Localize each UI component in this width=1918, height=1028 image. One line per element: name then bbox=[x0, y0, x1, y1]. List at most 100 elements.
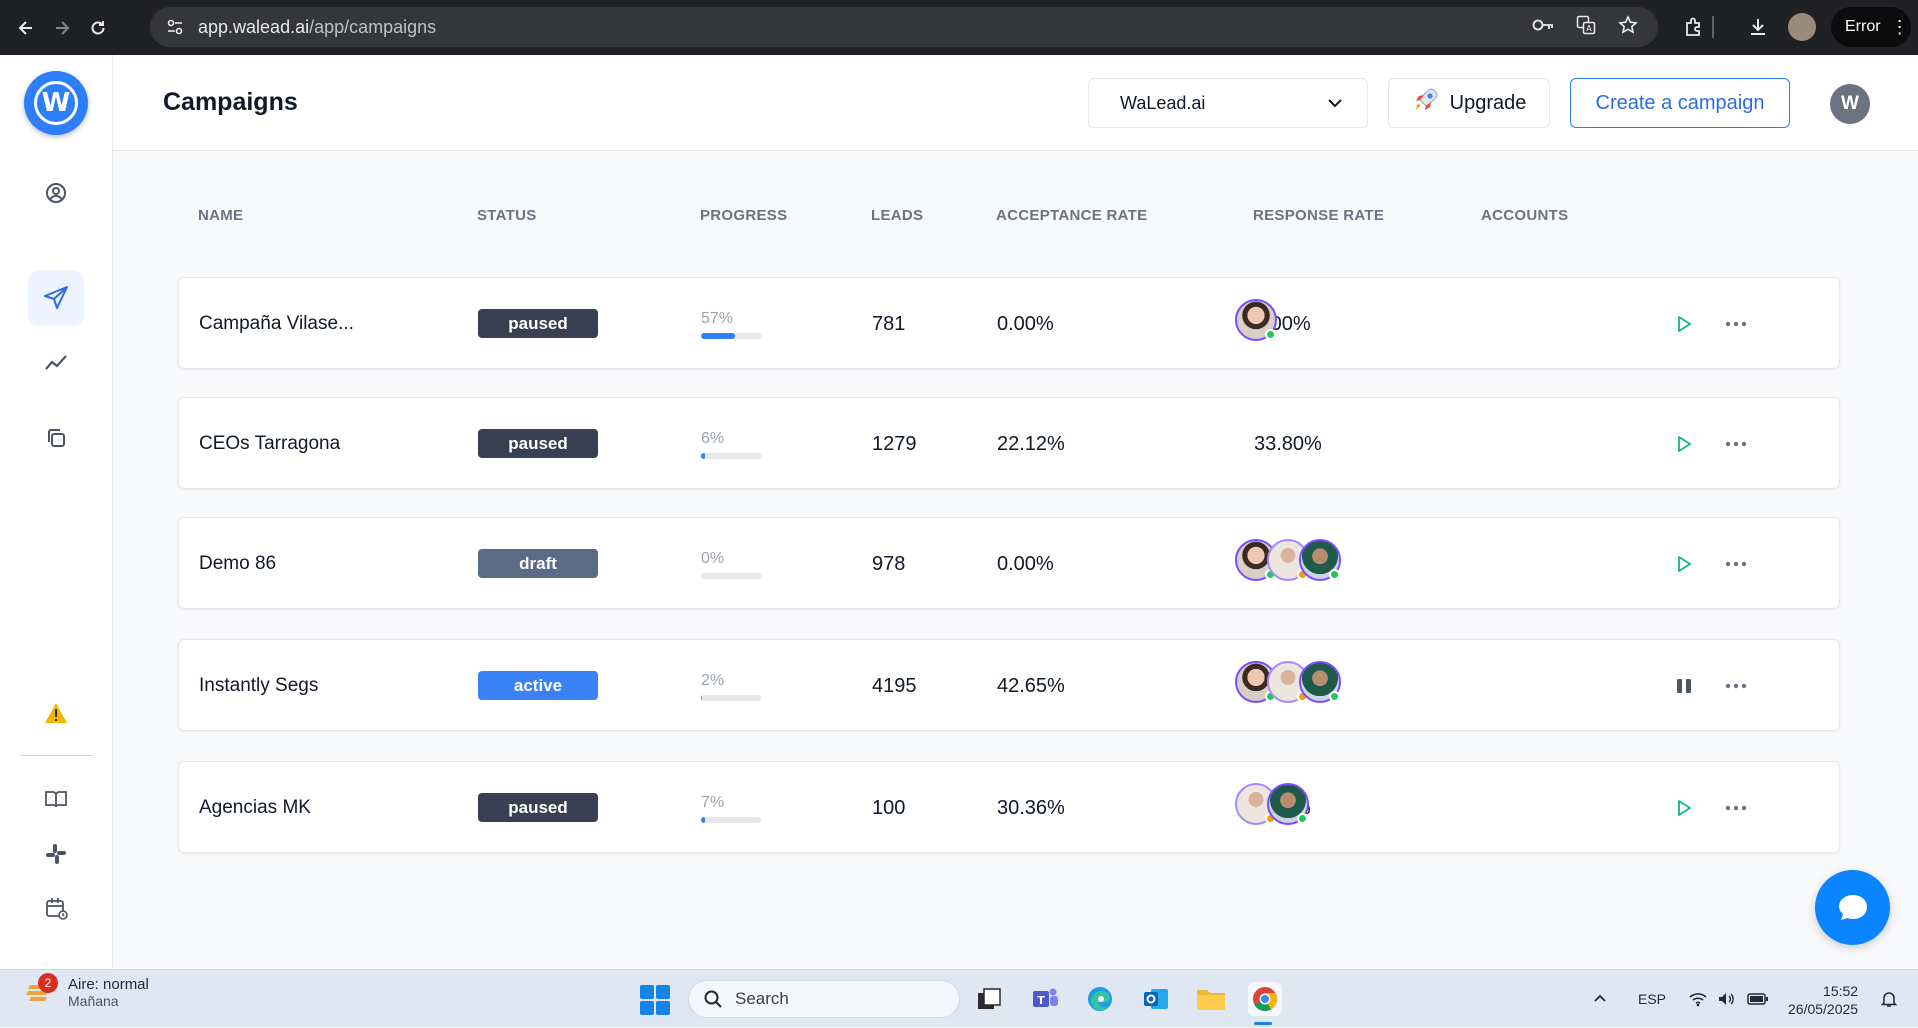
column-header-name[interactable]: NAME bbox=[198, 207, 243, 224]
acceptance-rate: 0.00% bbox=[997, 552, 1054, 575]
volume-icon[interactable] bbox=[1717, 970, 1737, 1028]
weather-widget[interactable]: 2 Aire: normal Mañana bbox=[24, 972, 149, 1009]
download-icon[interactable] bbox=[1740, 9, 1776, 45]
table-row[interactable]: CEOs Tarragona paused 6% 1279 22.12% 33.80% bbox=[178, 397, 1840, 489]
workspace-select[interactable]: WaLead.ai bbox=[1088, 78, 1368, 128]
search-icon bbox=[704, 990, 722, 1008]
weather-title: Aire: normal bbox=[68, 976, 149, 993]
avatar[interactable] bbox=[1267, 783, 1309, 825]
sidebar-item-profile[interactable] bbox=[28, 165, 84, 221]
campaign-name[interactable]: Demo 86 bbox=[199, 518, 276, 610]
browser-toolbar: app.walead.ai/app/campaigns A Error ⋮ bbox=[0, 0, 1918, 55]
account-avatars[interactable] bbox=[1235, 299, 1277, 341]
svg-text:A: A bbox=[1586, 24, 1592, 33]
progress-label: 6% bbox=[701, 430, 725, 447]
sidebar-item-templates[interactable] bbox=[28, 410, 84, 466]
table-row[interactable]: Instantly Segsactive2%419542.65%12.57% bbox=[178, 639, 1840, 731]
leads-count: 100 bbox=[872, 796, 906, 819]
column-header-progress[interactable]: PROGRESS bbox=[700, 207, 787, 224]
more-options-icon[interactable] bbox=[1721, 429, 1751, 459]
book-icon bbox=[45, 791, 67, 808]
progress-bar bbox=[701, 453, 761, 459]
sidebar-item-slack[interactable] bbox=[28, 826, 84, 882]
windows-start-icon[interactable] bbox=[640, 985, 670, 1015]
reload-icon[interactable] bbox=[80, 10, 116, 46]
column-header-status[interactable]: STATUS bbox=[477, 207, 537, 224]
task-view-icon[interactable] bbox=[972, 982, 1006, 1016]
sidebar-item-docs[interactable] bbox=[28, 771, 84, 827]
system-clock[interactable]: 15:52 26/05/2025 bbox=[1788, 982, 1858, 1018]
forward-icon[interactable] bbox=[44, 10, 80, 46]
sidebar-item-campaigns[interactable] bbox=[28, 270, 84, 326]
upgrade-button[interactable]: Upgrade bbox=[1388, 78, 1550, 128]
address-bar[interactable]: app.walead.ai/app/campaigns A bbox=[150, 7, 1658, 47]
column-header-response-rate[interactable]: RESPONSE RATE bbox=[1253, 207, 1384, 224]
play-icon[interactable] bbox=[1669, 429, 1699, 459]
account-avatars[interactable] bbox=[1235, 539, 1341, 581]
teams-icon[interactable]: T bbox=[1028, 982, 1062, 1016]
campaign-name[interactable]: CEOs Tarragona bbox=[199, 398, 340, 490]
table-row[interactable]: Campaña Vilase... paused 57% 781 0.00% 0.00% bbox=[178, 277, 1840, 369]
progress-fill bbox=[701, 333, 736, 339]
outlook-icon[interactable] bbox=[1139, 982, 1173, 1016]
play-icon[interactable] bbox=[1669, 309, 1699, 339]
column-header-leads[interactable]: LEADS bbox=[871, 207, 923, 224]
table-row[interactable]: Agencias MKpaused7%10030.36%0.00% bbox=[178, 761, 1840, 853]
back-icon[interactable] bbox=[8, 10, 44, 46]
edge-icon[interactable] bbox=[1083, 982, 1117, 1016]
notifications-bell-icon[interactable] bbox=[1880, 970, 1898, 1028]
play-icon[interactable] bbox=[1669, 793, 1699, 823]
status-badge: paused bbox=[478, 793, 598, 822]
slack-icon bbox=[46, 844, 66, 864]
pause-icon[interactable] bbox=[1669, 671, 1699, 701]
language-indicator[interactable]: ESP bbox=[1638, 970, 1666, 1028]
create-campaign-button[interactable]: Create a campaign bbox=[1570, 78, 1790, 128]
file-explorer-icon[interactable] bbox=[1194, 982, 1228, 1016]
chrome-icon[interactable] bbox=[1248, 982, 1282, 1016]
battery-icon[interactable] bbox=[1747, 970, 1769, 1028]
leads-count: 4195 bbox=[872, 674, 917, 697]
more-options-icon[interactable] bbox=[1721, 793, 1751, 823]
browser-error-button[interactable]: Error ⋮ bbox=[1831, 7, 1911, 47]
profile-avatar[interactable] bbox=[1788, 13, 1816, 41]
wifi-icon[interactable] bbox=[1688, 970, 1708, 1028]
bookmark-star-icon[interactable] bbox=[1618, 14, 1638, 40]
sidebar-item-calendar[interactable] bbox=[28, 880, 84, 936]
user-avatar[interactable]: W bbox=[1830, 84, 1870, 124]
status-dot bbox=[1265, 329, 1276, 340]
extensions-icon[interactable] bbox=[1676, 9, 1712, 45]
logo-letter: W bbox=[34, 81, 78, 125]
site-settings-icon[interactable] bbox=[164, 16, 186, 38]
column-header-acceptance-rate[interactable]: ACCEPTANCE RATE bbox=[996, 207, 1147, 224]
more-options-icon[interactable] bbox=[1721, 671, 1751, 701]
walead-logo[interactable]: W bbox=[24, 71, 88, 135]
clock-date: 26/05/2025 bbox=[1788, 1001, 1859, 1017]
translate-icon[interactable]: A bbox=[1576, 15, 1596, 40]
notification-badge: 2 bbox=[38, 972, 58, 993]
progress-label: 7% bbox=[701, 794, 725, 811]
copy-icon bbox=[48, 429, 65, 447]
sidebar-item-alerts[interactable] bbox=[28, 685, 84, 741]
play-icon[interactable] bbox=[1669, 549, 1699, 579]
clock-time: 15:52 bbox=[1823, 983, 1859, 999]
tray-overflow-icon[interactable] bbox=[1592, 970, 1608, 1028]
more-options-icon[interactable] bbox=[1721, 309, 1751, 339]
acceptance-rate: 0.00% bbox=[997, 312, 1054, 335]
progress-fill bbox=[701, 453, 705, 459]
account-avatars[interactable] bbox=[1235, 661, 1341, 703]
campaign-name[interactable]: Instantly Segs bbox=[199, 640, 318, 732]
warning-icon bbox=[45, 703, 67, 723]
account-avatars[interactable] bbox=[1235, 783, 1309, 825]
table-row[interactable]: Demo 86draft0%9780.00%0.00% bbox=[178, 517, 1840, 609]
avatar[interactable] bbox=[1299, 539, 1341, 581]
key-icon[interactable] bbox=[1532, 17, 1554, 38]
avatar[interactable] bbox=[1235, 299, 1277, 341]
avatar[interactable] bbox=[1299, 661, 1341, 703]
taskbar-search[interactable]: Search bbox=[688, 980, 960, 1018]
chat-widget-button[interactable] bbox=[1815, 870, 1890, 945]
calendar-icon bbox=[46, 898, 68, 920]
campaign-name[interactable]: Campaña Vilase... bbox=[199, 278, 354, 370]
campaign-name[interactable]: Agencias MK bbox=[199, 762, 311, 854]
sidebar-item-analytics[interactable] bbox=[28, 335, 84, 391]
more-options-icon[interactable] bbox=[1721, 549, 1751, 579]
